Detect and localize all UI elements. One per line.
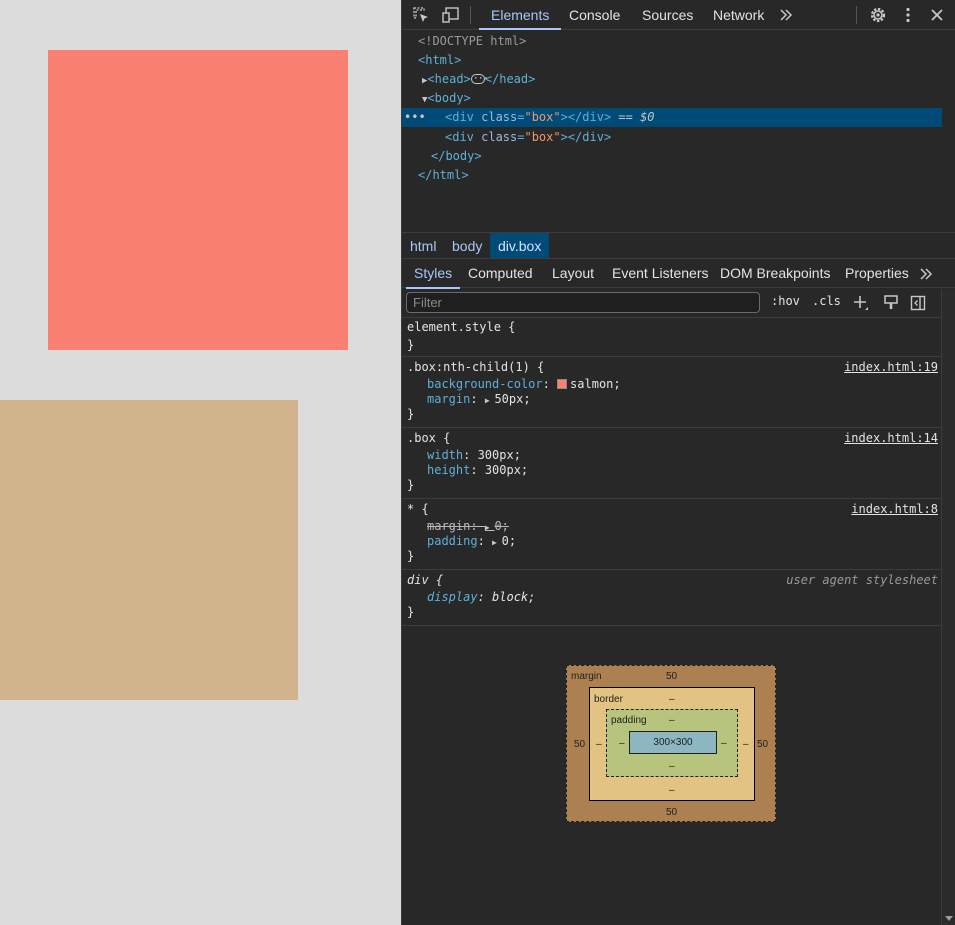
box-model-border-left[interactable]: – (596, 739, 602, 750)
property-background-color[interactable]: background-color: salmon; (427, 377, 621, 392)
paint-brush-icon[interactable] (881, 293, 901, 313)
rule-selector[interactable]: * { (407, 502, 429, 517)
user-agent-div-rule: div { user agent stylesheet display: blo… (402, 570, 942, 626)
dom-html-open[interactable]: <html> (402, 51, 942, 70)
property-margin-overridden[interactable]: margin: ▶ 0; (427, 519, 509, 534)
box-model-padding-left[interactable]: – (619, 738, 625, 749)
box-model-margin-bottom[interactable]: 50 (666, 807, 677, 818)
salmon-box[interactable] (48, 50, 348, 350)
rule-close-brace: } (407, 338, 415, 352)
class-toggle[interactable]: .cls (812, 294, 841, 308)
dom-div-box-selected[interactable]: ••• <div class="box"></div> == $0 (402, 108, 942, 127)
universal-rule: * { index.html:8 margin: ▶ 0; padding: ▶… (402, 499, 942, 570)
box-model-margin-left[interactable]: 50 (574, 739, 585, 750)
box-model-padding-right[interactable]: – (721, 738, 727, 749)
tab-properties[interactable]: Properties (837, 259, 917, 289)
box-model-padding-bottom[interactable]: – (669, 761, 675, 772)
element-style-rule: element.style { } (402, 319, 942, 357)
property-margin[interactable]: margin: ▶ 50px; (427, 392, 531, 407)
expand-triangle-icon[interactable]: ▶ (402, 76, 427, 86)
nth-child-rule: .box:nth-child(1) { index.html:19 backgr… (402, 357, 942, 428)
page-viewport (0, 0, 401, 925)
inspect-element-icon[interactable] (410, 4, 432, 26)
box-model-padding-top[interactable]: – (669, 715, 675, 726)
rule-selector: div { (407, 573, 444, 587)
box-model-padding[interactable]: padding – – – – 300×300 (606, 709, 738, 777)
expand-shorthand-icon[interactable]: ▶ (485, 523, 495, 532)
color-swatch-icon[interactable] (557, 378, 568, 389)
devtools-panel: Elements Console Sources Network <!DOCTY… (401, 0, 955, 925)
dom-body-open[interactable]: ▼<body> (402, 89, 942, 108)
rule-selector[interactable]: element.style { (407, 320, 515, 335)
tab-network[interactable]: Network (701, 0, 776, 30)
tab-console[interactable]: Console (557, 0, 632, 30)
tab-sources[interactable]: Sources (630, 0, 705, 30)
box-model-margin-top[interactable]: 50 (666, 671, 677, 682)
device-toolbar-icon[interactable] (440, 4, 462, 26)
styles-filter-bar: :hov .cls (402, 288, 942, 318)
dom-div-box[interactable]: <div class="box"></div> (402, 128, 942, 147)
rule-selector[interactable]: .box { (407, 431, 450, 446)
styles-filter-input[interactable] (406, 292, 760, 313)
rule-close-brace: } (407, 605, 415, 619)
box-model-border-top[interactable]: – (669, 694, 675, 705)
row-actions-dots-icon[interactable]: ••• (404, 108, 426, 127)
rule-source-link[interactable]: index.html:8 (851, 502, 938, 517)
styles-subtabs: Styles Computed Layout Event Listeners D… (402, 258, 955, 289)
tan-box[interactable] (0, 400, 298, 700)
box-model-padding-label: padding (611, 715, 647, 726)
box-rule: .box { index.html:14 width: 300px; heigh… (402, 428, 942, 499)
collapse-triangle-icon[interactable]: ▼ (402, 95, 427, 105)
breadcrumb-div-box[interactable]: div.box (490, 233, 550, 259)
rule-source-label: user agent stylesheet (786, 573, 938, 587)
dom-body-close[interactable]: </body> (402, 147, 942, 166)
box-model-border-bottom[interactable]: – (669, 785, 675, 796)
rule-close-brace: } (407, 407, 415, 421)
collapsed-ellipsis-icon[interactable] (470, 69, 488, 88)
dom-html-close[interactable]: </html> (402, 166, 942, 185)
tab-computed[interactable]: Computed (460, 259, 541, 289)
box-model-border[interactable]: border – – – – padding – – – – 300×300 (589, 687, 755, 801)
styles-scrollbar[interactable] (941, 289, 955, 925)
more-tabs-chevron-icon[interactable] (777, 5, 795, 25)
devtools-toolbar: Elements Console Sources Network (402, 0, 955, 30)
settings-gear-icon[interactable] (867, 4, 889, 26)
property-width[interactable]: width: 300px; (427, 448, 521, 463)
rule-selector[interactable]: .box:nth-child(1) { (407, 360, 544, 375)
rule-close-brace: } (407, 549, 415, 563)
hover-state-toggle[interactable]: :hov (771, 294, 800, 308)
rule-source-link[interactable]: index.html:19 (844, 360, 938, 375)
toggle-sidebar-icon[interactable] (908, 293, 928, 313)
scroll-down-arrow-icon[interactable] (945, 916, 953, 921)
box-model-border-right[interactable]: – (743, 739, 749, 750)
property-display: display: block; (427, 590, 536, 604)
dom-tree: <!DOCTYPE html> <html> ▶<head></head> ▼<… (402, 31, 942, 231)
more-options-kebab-icon[interactable] (899, 4, 917, 26)
breadcrumb: html body div.box (402, 232, 955, 259)
box-model-margin-right[interactable]: 50 (757, 739, 768, 750)
tab-dom-breakpoints[interactable]: DOM Breakpoints (712, 259, 838, 289)
property-height[interactable]: height: 300px; (427, 463, 528, 478)
breadcrumb-body[interactable]: body (444, 233, 490, 259)
close-icon[interactable] (926, 4, 948, 26)
tab-elements[interactable]: Elements (479, 0, 562, 30)
rule-source-link[interactable]: index.html:14 (844, 431, 938, 446)
tab-event-listeners[interactable]: Event Listeners (604, 259, 717, 289)
breadcrumb-html[interactable]: html (402, 233, 444, 259)
tab-styles[interactable]: Styles (406, 259, 461, 289)
dom-head[interactable]: ▶<head></head> (402, 69, 942, 89)
rule-close-brace: } (407, 478, 415, 492)
new-style-rule-plus-icon[interactable] (851, 293, 871, 313)
expand-shorthand-icon[interactable]: ▶ (485, 396, 495, 405)
expand-shorthand-icon[interactable]: ▶ (492, 538, 502, 547)
more-subtabs-chevron-icon[interactable] (917, 265, 935, 283)
box-model-border-label: border (594, 694, 623, 705)
dom-doctype[interactable]: <!DOCTYPE html> (402, 32, 942, 51)
box-model-content[interactable]: 300×300 (629, 731, 717, 754)
property-padding[interactable]: padding: ▶ 0; (427, 534, 516, 549)
tab-layout[interactable]: Layout (544, 259, 602, 289)
box-model-margin-label: margin (571, 671, 602, 682)
box-model-margin[interactable]: margin 50 50 50 50 border – – – – paddin… (566, 665, 776, 822)
